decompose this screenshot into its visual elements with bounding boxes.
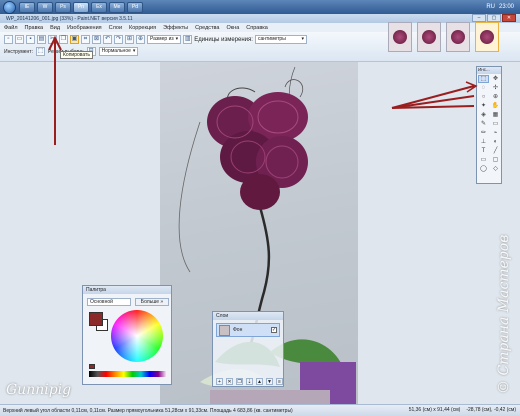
status-right: 51,36 (см) x 91,44 (см) -28,78 (см), -0,…	[409, 407, 516, 413]
watermark-left: Gunnipig	[6, 382, 72, 398]
annotation-arrows	[48, 35, 478, 145]
status-image-size: 51,36 (см) x 91,44 (см)	[408, 407, 461, 413]
status-selection-info: Верхний левый угол области 0,11см, 0,11с…	[3, 407, 293, 414]
status-bar: Верхний левый угол области 0,11см, 0,11с…	[0, 404, 520, 416]
status-cursor-position: -28,78 (см), -0,42 (см)	[466, 407, 516, 413]
